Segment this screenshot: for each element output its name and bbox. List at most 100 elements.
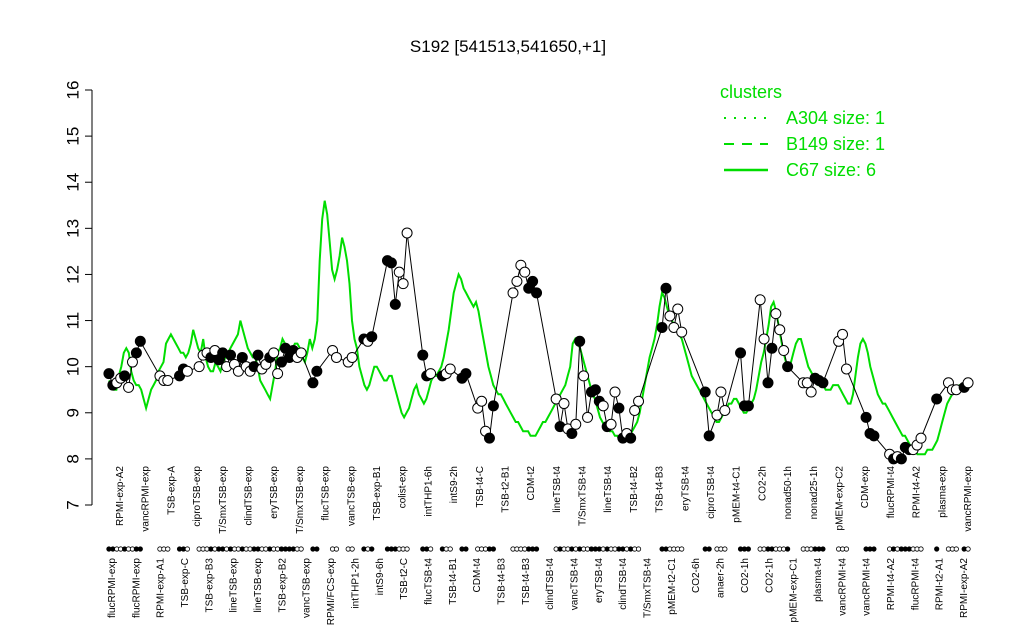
top-tick-label: T/SmxTSB-exp (218, 466, 229, 534)
data-point (837, 328, 849, 340)
data-point (103, 368, 115, 380)
rug-mark (843, 546, 850, 552)
data-point (582, 411, 594, 423)
bottom-tick-label: TSB-exp-C (180, 558, 191, 607)
data-point (699, 386, 711, 398)
bottom-tick-label: TSB-t4-B3 (521, 558, 532, 605)
rug-mark (679, 546, 685, 552)
top-tick-label: RPMI-t4-A2 (912, 466, 923, 519)
bottom-tick-label: CDM-t4 (472, 558, 483, 593)
bottom-tick-label: lineTSB-exp (229, 558, 240, 613)
data-point (840, 363, 852, 375)
top-tick-label: TSB-exp-B1 (372, 466, 383, 521)
data-point (715, 386, 727, 398)
data-point (625, 432, 637, 444)
data-point (507, 287, 519, 299)
bottom-tick-label: RPMI-t2-A1 (935, 558, 946, 611)
rug-mark (333, 546, 340, 552)
data-point (519, 266, 531, 278)
data-point (566, 428, 578, 440)
data-point (307, 377, 319, 389)
bottom-tick-labels: flucRPMI-exp flucRPMI-exp RPMI-exp-A1 TSB-e… (107, 558, 970, 626)
bottom-tick-label: vancRPMI-t4 (837, 558, 848, 616)
data-point (193, 361, 205, 373)
data-point (272, 368, 284, 380)
bottom-tick-label: anaer-2h (716, 558, 727, 598)
y-tick-label: 8 (63, 454, 82, 463)
bottom-tick-label: T/SmxTSB-t4 (643, 558, 654, 618)
data-point (393, 266, 405, 278)
data-point (962, 377, 974, 389)
data-point (633, 395, 645, 407)
top-tick-label: flucRPMI-t4 (886, 466, 897, 519)
legend-label-2: C67 size: 6 (786, 160, 876, 180)
rug-mark (490, 546, 496, 552)
legend-label-1: B149 size: 1 (786, 134, 885, 154)
rug-mark (722, 546, 728, 552)
data-point (511, 275, 523, 287)
data-point (817, 377, 829, 389)
y-tick-label: 13 (63, 219, 82, 238)
rug-mark (745, 546, 751, 552)
data-point (425, 368, 437, 380)
data-point (558, 398, 570, 410)
top-tick-label: pMEM-t4-C1 (732, 466, 743, 523)
bottom-tick-label: intTHP1-2h (350, 558, 361, 609)
data-point (123, 381, 135, 393)
top-tick-label: pMEM-exp-C2 (835, 466, 846, 531)
top-tick-label: eryTSB-exp (269, 466, 280, 519)
y-tick-label: 9 (63, 408, 82, 417)
y-tick-label: 11 (63, 312, 82, 330)
data-point (487, 400, 499, 412)
data-point (609, 386, 621, 398)
data-point (483, 432, 495, 444)
data-point (895, 453, 907, 465)
y-tick-label: 12 (63, 265, 82, 284)
data-point (225, 349, 237, 361)
y-tick-label: 16 (63, 81, 82, 100)
top-tick-label: TSB-t2-B1 (500, 466, 511, 513)
bottom-tick-label: RPMI/FCS-exp (326, 558, 337, 626)
bottom-tick-label: TSB-t2-C (399, 558, 410, 600)
data-point (770, 308, 782, 320)
top-tick-label: eryTSB-t4 (680, 466, 691, 511)
data-point (915, 432, 927, 444)
data-point (742, 400, 754, 412)
data-point (754, 294, 766, 306)
rug-mark (820, 546, 826, 552)
series-lines (108, 200, 973, 456)
bottom-tick-label: pMEM-t2-C1 (667, 558, 678, 615)
top-tick-label: clindTSB-exp (243, 466, 254, 526)
data-point (119, 370, 131, 382)
top-tick-label: vancTSB-exp (346, 466, 357, 526)
data-point (162, 375, 174, 386)
bottom-tick-label: CO2-6h (691, 558, 702, 593)
top-tick-label: intTHP1-6h (423, 466, 434, 517)
data-point (613, 402, 625, 414)
data-point (860, 411, 872, 423)
data-point (629, 404, 641, 416)
data-point (664, 310, 676, 322)
rug-mark (349, 546, 355, 552)
rug-mark (953, 546, 959, 552)
rug-mark (137, 546, 143, 552)
top-tick-label: CO2-2h (757, 466, 768, 501)
y-axis: 7 8 9 10 11 12 13 14 15 16 (63, 81, 93, 510)
chart-title: S192 [541513,541650,+1] (410, 37, 606, 56)
bottom-tick-label: pMEM-exp-C1 (789, 558, 800, 623)
top-tick-label: T/SmxTSB-exp (295, 466, 306, 534)
top-tick-label: colist-exp (398, 466, 409, 509)
top-tick-label: nonad50-1h (783, 466, 794, 519)
y-tick-label: 7 (63, 500, 82, 509)
rug-mark (785, 546, 791, 552)
bottom-tick-label: flucRPMI-t4 (910, 558, 921, 611)
bottom-tick-label: CO2-1h (764, 558, 775, 593)
data-point (605, 418, 617, 430)
top-tick-label: CDM-exp (860, 466, 871, 509)
data-point (766, 342, 778, 354)
data-point (130, 347, 142, 359)
top-tick-label: nonad25-1h (809, 466, 820, 519)
bottom-tick-label: CO2-1h (740, 558, 751, 593)
data-point (444, 363, 456, 375)
data-point (268, 347, 280, 359)
